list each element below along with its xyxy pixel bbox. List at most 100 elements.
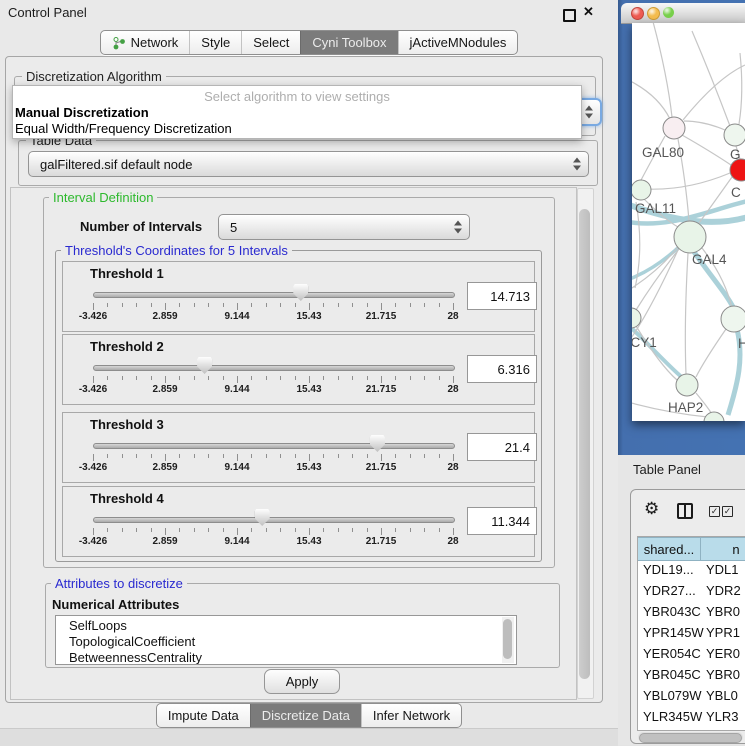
tab-select[interactable]: Select [241,31,300,54]
numerical-attributes-list[interactable]: SelfLoopsTopologicalCoefficientBetweenne… [55,615,517,665]
settings-vertical-scrollbar[interactable] [577,188,594,699]
slider-tick [439,454,440,458]
algorithm-popup-item[interactable]: Equal Width/Frequency Discretization [15,121,232,136]
slider-tick [338,303,339,307]
threshold-value-field[interactable]: 11.344 [467,507,537,535]
network-canvas[interactable]: GAL80GCGAL11GAL4GCY1HHAP2 [632,23,745,421]
table-cell[interactable]: YBR0 [706,667,740,682]
number-of-intervals-combobox[interactable]: 5 [218,214,470,240]
table-cell[interactable]: YDR27... [643,583,696,598]
tab-label: Select [253,35,289,50]
tab-discretize-data[interactable]: Discretize Data [250,704,361,727]
node-table[interactable]: shared...n YDL19... YDL1 YDR27... YDR2 YBR043… [637,536,745,731]
zoom-traffic-light-icon[interactable] [663,7,674,18]
table-cell[interactable]: YBR043C [643,604,701,619]
network-view-window[interactable]: GAL80GCGAL11GAL4GCY1HHAP2 [618,0,745,455]
table-cell[interactable]: YDR2 [706,583,741,598]
table-cell[interactable]: YBL0 [706,688,738,703]
checked-checkbox-icon[interactable]: ✓ [722,506,733,517]
threshold-value-field[interactable]: 14.713 [467,282,537,310]
split-columns-icon[interactable] [677,503,693,519]
slider-thumb[interactable] [255,509,270,526]
slider-track[interactable] [93,292,455,298]
network-node-c[interactable] [730,159,745,181]
network-node-hap2[interactable] [676,374,698,396]
network-node-gal11[interactable] [632,180,651,200]
table-cell[interactable]: YLR3 [706,709,739,724]
slider-tick-label: 21.715 [366,536,397,547]
slider-tick [381,454,382,461]
table-cell[interactable]: YIL0 [706,730,733,731]
table-horizontal-scrollbar[interactable] [638,732,743,742]
table-cell[interactable]: YER054C [643,646,701,661]
table-cell[interactable]: YDL19... [643,562,694,577]
algorithm-popup-item[interactable]: Manual Discretization [15,105,149,120]
column-header-name[interactable]: n [700,537,745,561]
threshold-label: Threshold 3 [90,417,164,432]
table-panel: Table Panel ⚙ ✓ ✓ shared...nYDL19...YDL1… [618,455,745,745]
slider-tick [151,303,152,307]
slider-thumb[interactable] [197,357,212,374]
tab-network[interactable]: Network [101,31,190,54]
combo-stepper-icon[interactable] [454,221,462,234]
slider-tick [424,376,425,380]
attributes-group-title: Attributes to discretize [51,576,187,591]
scrollbar-thumb[interactable] [579,209,590,679]
slider-tick [381,376,382,383]
table-cell[interactable]: YPR145W [643,625,704,640]
close-traffic-light-icon[interactable] [631,7,644,20]
number-of-intervals-value: 5 [230,220,237,235]
gear-icon[interactable]: ⚙ [644,500,659,517]
slider-tick-label: 28 [447,462,458,473]
table-cell[interactable]: YPR1 [706,625,740,640]
attribute-list-item[interactable]: BetweennessCentrality [69,650,202,665]
table-cell[interactable]: YLR345W [643,709,702,724]
slider-track[interactable] [93,517,455,523]
tab-cyni-toolbox[interactable]: Cyni Toolbox [300,31,397,54]
table-data-combobox[interactable]: galFiltered.sif default node [28,151,589,177]
network-node-g[interactable] [724,124,745,146]
slider-tick [165,303,166,310]
tab-infer-network[interactable]: Infer Network [361,704,461,727]
minimize-traffic-light-icon[interactable] [647,7,660,20]
attribute-list-item[interactable]: TopologicalCoefficient [69,634,195,649]
network-node[interactable] [704,412,724,421]
slider-tick [439,528,440,532]
slider-tick-label: 9.144 [224,536,249,547]
slider-track[interactable] [93,443,455,449]
tab-style[interactable]: Style [189,31,241,54]
network-node-gal4[interactable] [674,221,706,253]
slider-track[interactable] [93,365,455,371]
threshold-value-field[interactable]: 21.4 [467,433,537,461]
table-cell[interactable]: YER0 [706,646,740,661]
close-icon[interactable]: ✕ [583,4,594,20]
slider-tick [194,303,195,307]
combo-stepper-icon[interactable] [585,106,593,119]
numerical-attributes-label: Numerical Attributes [52,597,179,612]
slider-thumb[interactable] [293,284,308,301]
table-cell[interactable]: YBL079W [643,688,702,703]
tab-impute-data[interactable]: Impute Data [157,704,250,727]
table-cell[interactable]: YBR0 [706,604,740,619]
network-node-h[interactable] [721,306,745,332]
attributes-list-scrollbar[interactable] [502,617,514,663]
slider-tick [381,303,382,310]
threshold-value-field[interactable]: 6.316 [467,355,537,383]
apply-button[interactable]: Apply [264,669,340,694]
tab-jactivemnodules[interactable]: jActiveMNodules [398,31,518,54]
slider-thumb[interactable] [370,435,385,452]
scrollbar-thumb[interactable] [503,619,512,659]
network-node-gal80[interactable] [663,117,685,139]
combo-stepper-icon[interactable] [573,158,581,171]
checked-checkbox-icon[interactable]: ✓ [709,506,720,517]
attribute-list-item[interactable]: SelfLoops [69,618,127,633]
scrollbar-thumb[interactable] [639,733,742,743]
slider-tick [179,528,180,532]
table-cell[interactable]: YDL1 [706,562,739,577]
table-cell[interactable]: YIL052C [643,730,694,731]
float-window-icon[interactable] [563,9,576,22]
column-header-shared-name[interactable]: shared... [637,537,701,561]
table-cell[interactable]: YBR045C [643,667,701,682]
slider-tick-label: -3.426 [79,384,107,395]
network-window-titlebar[interactable] [621,3,745,24]
